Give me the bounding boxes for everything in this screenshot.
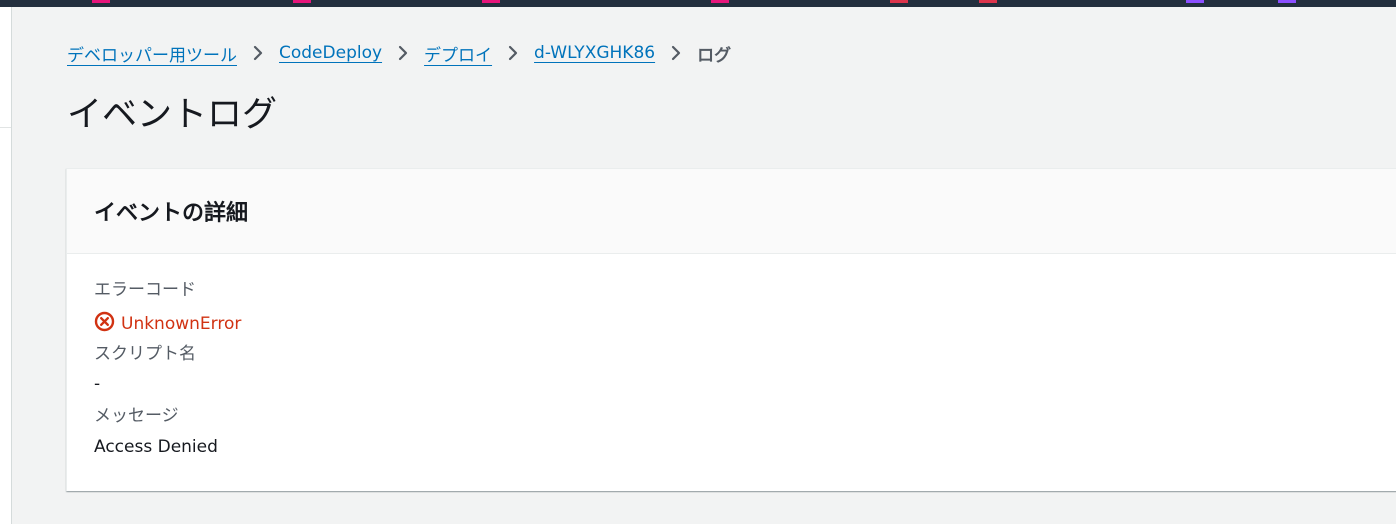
breadcrumb: デベロッパー用ツール CodeDeploy デプロイ d-WLYXGHK86 ロ…: [67, 41, 732, 66]
error-code-text: UnknownError: [121, 314, 242, 334]
service-icon[interactable]: [482, 0, 500, 3]
script-name-label: スクリプト名: [94, 344, 196, 364]
message-value: Access Denied: [94, 437, 218, 457]
error-circle-icon: [94, 311, 121, 337]
service-icon[interactable]: [293, 0, 311, 3]
breadcrumb-deployments[interactable]: デプロイ: [424, 41, 492, 66]
side-divider: [0, 127, 11, 128]
page-title: イベントログ: [67, 95, 278, 135]
service-icon[interactable]: [890, 0, 908, 3]
message-label: メッセージ: [94, 406, 179, 426]
chevron-right-icon: [655, 45, 697, 61]
service-icon[interactable]: [1186, 0, 1204, 3]
breadcrumb-developer-tools[interactable]: デベロッパー用ツール: [67, 41, 237, 66]
service-icon[interactable]: [979, 0, 997, 3]
service-icon[interactable]: [1278, 0, 1296, 3]
error-code-value: UnknownError: [94, 311, 241, 337]
breadcrumb-deployment-id[interactable]: d-WLYXGHK86: [534, 43, 655, 63]
breadcrumb-current-logs: ログ: [697, 45, 732, 66]
script-name-value: -: [94, 374, 101, 394]
breadcrumb-codedeploy[interactable]: CodeDeploy: [279, 43, 382, 63]
chevron-right-icon: [492, 45, 534, 61]
panel-title: イベントの詳細: [94, 201, 249, 226]
chevron-right-icon: [382, 45, 424, 61]
panel-header: イベントの詳細: [67, 169, 1396, 254]
chevron-right-icon: [237, 45, 279, 61]
service-icon[interactable]: [92, 0, 110, 3]
side-navigation-collapsed[interactable]: [0, 7, 12, 524]
event-details-panel: イベントの詳細 エラーコード UnknownError スクリプト名 - メッセ…: [66, 168, 1396, 491]
top-navigation-bar: [0, 0, 1396, 7]
service-icon[interactable]: [711, 0, 729, 3]
error-code-label: エラーコード: [94, 280, 196, 300]
